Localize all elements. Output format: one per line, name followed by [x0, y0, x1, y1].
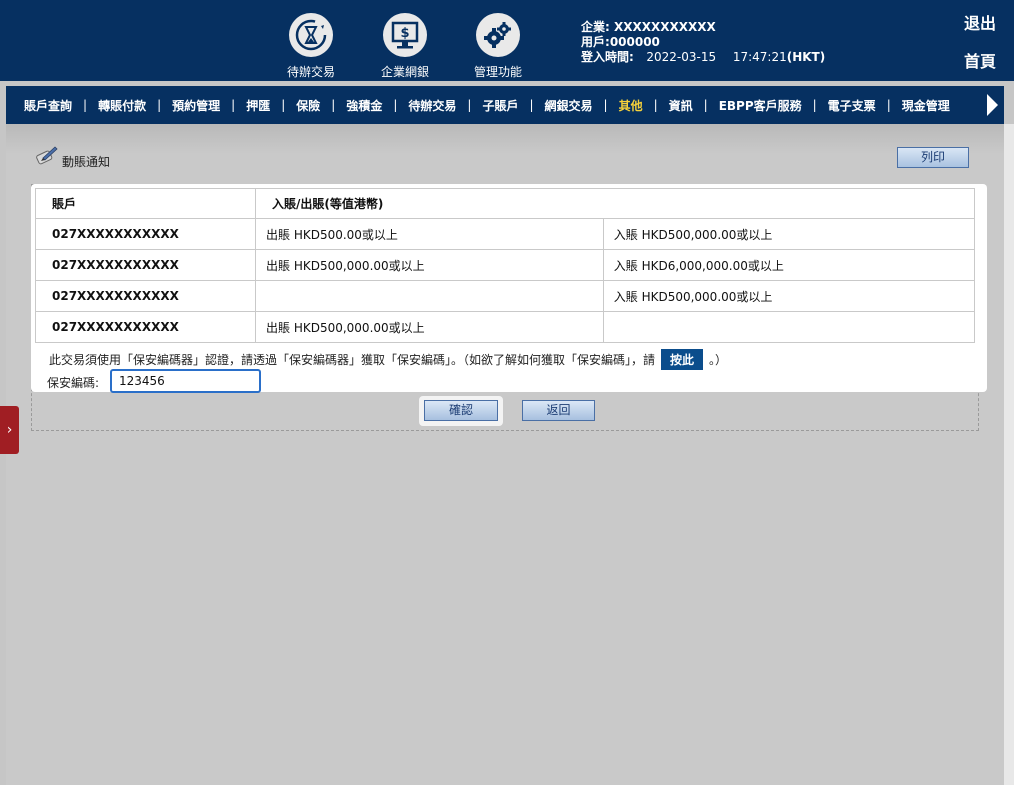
column-header-amount: 入賬/出賬(等值港幣): [255, 188, 975, 219]
main-nav: 賬戶查詢 | 轉賬付款 | 預約管理 | 押匯 | 保險 | 強積金 | 待辦交易 | 子賬戶 | 網銀交易 | 其…: [6, 86, 1004, 124]
nav-separator: |: [467, 98, 472, 112]
account-cell: 027XXXXXXXXXXX: [35, 249, 256, 281]
hourglass-refresh-icon: [289, 13, 333, 57]
nav-item[interactable]: 資訊: [669, 97, 693, 114]
nav-item[interactable]: 網銀交易: [545, 97, 593, 114]
table-row: 027XXXXXXXXXXX 出賬 HKD500,000.00或以上 入賬 HKD6…: [35, 249, 976, 281]
print-button[interactable]: 列印: [897, 147, 969, 168]
nav-scroll-right-icon[interactable]: [987, 94, 998, 116]
nav-separator: |: [886, 98, 891, 112]
login-date: 2022-03-15: [646, 50, 717, 64]
confirm-button[interactable]: 確認: [424, 400, 498, 421]
debit-cell: [255, 280, 604, 312]
nav-separator: |: [393, 98, 398, 112]
nav-item[interactable]: 押匯: [246, 97, 270, 114]
table-row: 027XXXXXXXXXXX 出賬 HKD500.00或以上 入賬 HKD500,0…: [35, 218, 976, 250]
account-alert-table: 賬戶 入賬/出賬(等值港幣) 027XXXXXXXXXXX 出賬 HKD500.0…: [35, 188, 976, 343]
dollar-monitor-icon: $: [383, 13, 427, 57]
company-value: XXXXXXXXXXX: [614, 20, 716, 34]
nav-item[interactable]: 其他: [619, 97, 643, 114]
logout-link[interactable]: 退出: [964, 10, 996, 34]
debit-cell: 出賬 HKD500,000.00或以上: [255, 249, 604, 281]
home-link[interactable]: 首頁: [964, 48, 996, 72]
user-info: 企業: XXXXXXXXXXX 用戶:000000 登入時間: 2022-03-…: [581, 20, 825, 65]
nav-separator: |: [529, 98, 534, 112]
side-panel-toggle[interactable]: ›: [0, 406, 19, 454]
nav-separator: |: [157, 98, 162, 112]
company-label: 企業:: [581, 20, 610, 34]
account-cell: 027XXXXXXXXXXX: [35, 280, 256, 312]
edit-note-icon: [34, 144, 58, 170]
nav-separator: |: [603, 98, 608, 112]
security-code-input[interactable]: [110, 369, 261, 393]
nav-item[interactable]: 賬戶查詢: [24, 97, 72, 114]
login-label: 登入時間:: [581, 50, 634, 64]
table-row: 027XXXXXXXXXXX 入賬 HKD500,000.00或以上: [35, 280, 976, 312]
corporate-banking-shortcut[interactable]: $ 企業網銀: [369, 13, 441, 80]
nav-items: 賬戶查詢 | 轉賬付款 | 預約管理 | 押匯 | 保險 | 強積金 | 待辦交易 | 子賬戶 | 網銀交易 | 其…: [24, 86, 950, 124]
nav-item[interactable]: 電子支票: [828, 97, 876, 114]
top-header: 待辦交易 $ 企業網銀 管理功能 企業: XXXXXXXXXXX 用戶:0000…: [0, 0, 1014, 81]
credit-cell: 入賬 HKD500,000.00或以上: [602, 218, 976, 250]
nav-item[interactable]: 強積金: [346, 97, 382, 114]
pending-transactions-shortcut[interactable]: 待辦交易: [275, 13, 347, 80]
shortcut-label: 企業網銀: [380, 65, 429, 79]
table-header-row: 賬戶 入賬/出賬(等值港幣): [35, 188, 975, 219]
gears-icon: [476, 13, 520, 57]
login-timezone: (HKT): [786, 50, 826, 64]
security-code-label: 保安編碼:: [47, 376, 100, 390]
nav-separator: |: [812, 98, 817, 112]
nav-separator: |: [231, 98, 236, 112]
content-shadow: [6, 124, 1004, 154]
nav-item[interactable]: 預約管理: [172, 97, 220, 114]
credit-cell: 入賬 HKD6,000,000.00或以上: [602, 249, 976, 281]
account-cell: 027XXXXXXXXXXX: [35, 311, 256, 343]
table-row: 027XXXXXXXXXXX 出賬 HKD500,000.00或以上: [35, 311, 976, 343]
right-scroll-edge: [1004, 124, 1014, 785]
credit-cell: 入賬 HKD500,000.00或以上: [602, 280, 976, 312]
nav-item[interactable]: 保險: [296, 97, 320, 114]
security-note-end: 。）: [709, 353, 728, 367]
svg-text:$: $: [400, 26, 409, 41]
security-note: 此交易須使用「保安編碼器」認證，請透過「保安編碼器」獲取「保安編碼」。（如欲了解…: [49, 349, 727, 370]
debit-cell: 出賬 HKD500.00或以上: [255, 218, 604, 250]
management-shortcut[interactable]: 管理功能: [462, 13, 534, 80]
shortcut-label: 管理功能: [473, 65, 522, 79]
nav-separator: |: [281, 98, 286, 112]
debit-cell: 出賬 HKD500,000.00或以上: [255, 311, 604, 343]
chevron-right-icon: ›: [6, 422, 13, 438]
account-cell: 027XXXXXXXXXXX: [35, 218, 256, 250]
nav-item[interactable]: 轉賬付款: [98, 97, 146, 114]
page-title-text: 動賬通知: [62, 155, 111, 169]
security-note-text: 此交易須使用「保安編碼器」認證，請透過「保安編碼器」獲取「保安編碼」。（如欲了解…: [49, 353, 656, 367]
nav-item[interactable]: 現金管理: [902, 97, 950, 114]
nav-separator: |: [331, 98, 336, 112]
user-label: 用戶:: [581, 35, 610, 49]
nav-separator: |: [703, 98, 708, 112]
click-here-button[interactable]: 按此: [661, 349, 704, 370]
nav-item[interactable]: 子賬戶: [482, 97, 518, 114]
page-title: 動賬通知: [34, 144, 110, 170]
back-button[interactable]: 返回: [522, 400, 595, 421]
nav-item[interactable]: 待辦交易: [408, 97, 456, 114]
column-header-account: 賬戶: [35, 188, 256, 219]
nav-item[interactable]: EBPP客戶服務: [719, 97, 802, 114]
login-time: 17:47:21: [732, 50, 787, 64]
nav-separator: |: [653, 98, 658, 112]
credit-cell: [602, 311, 976, 343]
nav-separator: |: [83, 98, 88, 112]
shortcut-label: 待辦交易: [286, 65, 335, 79]
user-value: 000000: [609, 35, 660, 49]
